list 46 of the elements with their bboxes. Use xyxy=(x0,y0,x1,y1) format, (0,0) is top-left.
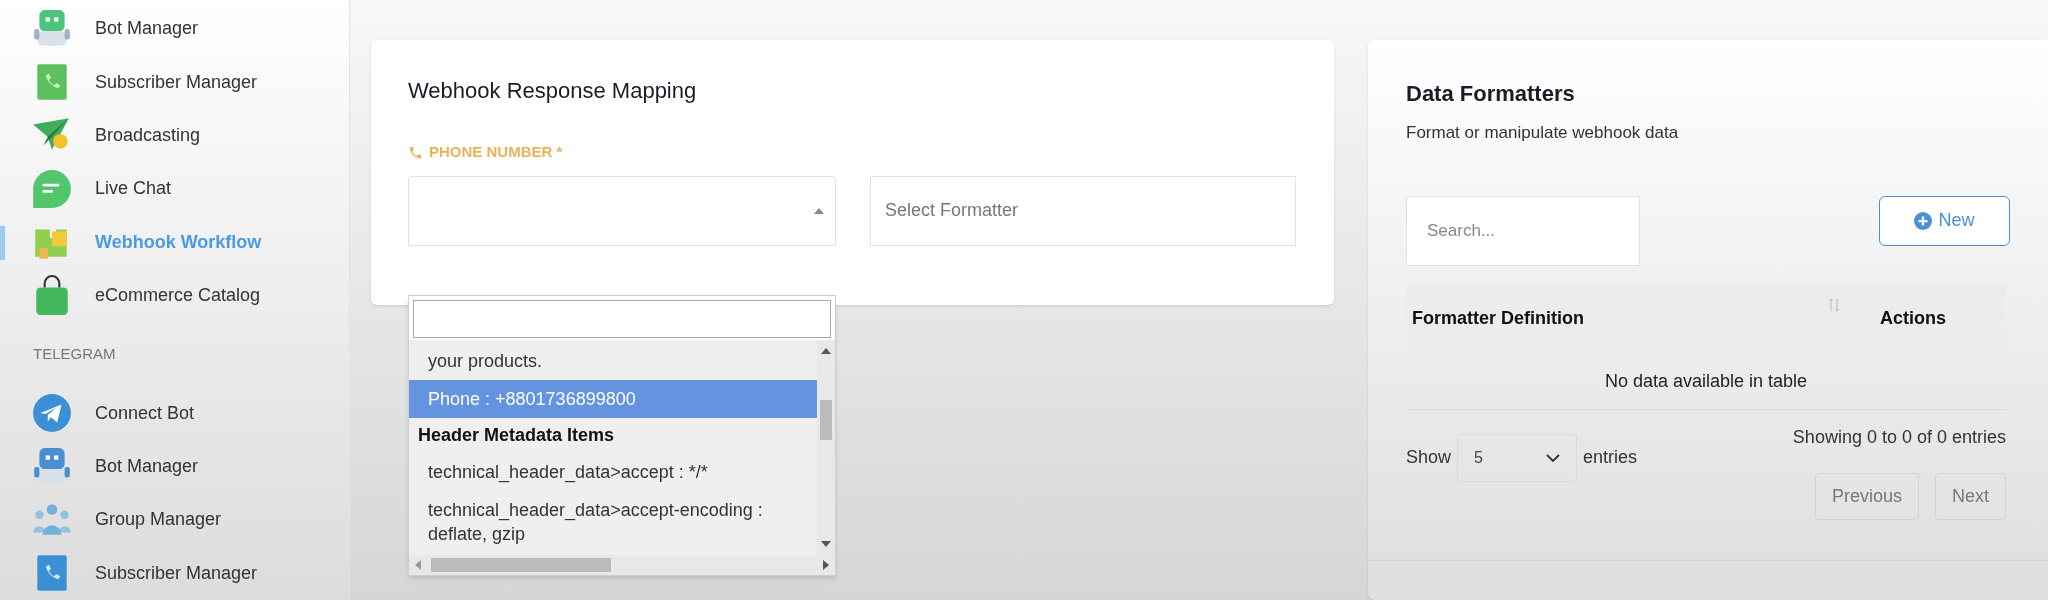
pagination-button[interactable]: Next xyxy=(1935,472,2006,520)
card-title: Webhook Response Mapping xyxy=(408,77,698,105)
sidebar-item[interactable]: eCommerce Catalog xyxy=(95,282,261,310)
horizontal-scrollbar[interactable] xyxy=(409,555,835,575)
dropdown-option[interactable]: technical_header_data>accept : */* xyxy=(409,453,817,491)
sidebar-item[interactable]: Subscriber Manager xyxy=(95,559,258,587)
section-heading: TELEGRAM xyxy=(32,344,117,365)
scrollbar-thumb[interactable] xyxy=(431,558,611,572)
show-label: Show xyxy=(1406,446,1452,469)
sidebar-item[interactable]: Group Manager xyxy=(95,506,222,534)
scroll-down-icon[interactable] xyxy=(821,541,831,547)
column-header[interactable]: Formatter Definition xyxy=(1412,305,1584,332)
scroll-left-icon[interactable] xyxy=(415,560,421,570)
sort-icon[interactable] xyxy=(1828,297,1840,312)
sidebar-item[interactable]: Subscriber Manager xyxy=(95,68,258,96)
pagination-button[interactable]: Previous xyxy=(1814,472,1919,520)
telegram-icon xyxy=(31,392,73,435)
dropdown-option[interactable]: your products. xyxy=(409,342,817,380)
empty-message: No data available in table xyxy=(1406,353,2006,410)
page-size-select[interactable]: 5 xyxy=(1457,433,1578,482)
option-group-heading: Header Metadata Items xyxy=(417,424,616,447)
caret-icon xyxy=(813,206,825,215)
sidebar-item[interactable]: Live Chat xyxy=(95,175,172,203)
scroll-right-icon[interactable] xyxy=(823,560,829,570)
column-header[interactable]: Actions xyxy=(1880,305,1946,332)
search-field[interactable]: Search... xyxy=(1406,195,1640,266)
sidebar-item[interactable]: Bot Manager xyxy=(95,15,199,43)
scroll-up-icon[interactable] xyxy=(821,348,831,354)
formatter-select[interactable]: Select Formatter xyxy=(870,175,1296,246)
dropdown-option[interactable]: technical_header_data>accept-encoding : deflate, gzip xyxy=(409,491,817,553)
sidebar-item[interactable]: Connect Bot xyxy=(95,399,195,427)
card-subtitle: Format or manipulate webhook data xyxy=(1406,122,1680,144)
table-info: Showing 0 to 0 of 0 entries xyxy=(1792,425,2006,449)
select-field[interactable] xyxy=(408,175,836,246)
scrollbar-thumb[interactable] xyxy=(820,400,832,440)
vertical-scrollbar[interactable] xyxy=(817,340,835,555)
phone-icon xyxy=(408,144,423,160)
entries-label: entries xyxy=(1583,446,1638,469)
card-title: Data Formatters xyxy=(1406,80,1576,108)
sidebar-item[interactable]: Bot Manager xyxy=(95,453,199,480)
chevron-down-icon xyxy=(1546,453,1561,462)
sidebar-item[interactable]: Broadcasting xyxy=(95,121,201,149)
dropdown-search-field[interactable] xyxy=(413,300,831,338)
plus-circle-icon xyxy=(1914,211,1933,230)
chat-bubble-icon xyxy=(31,167,73,210)
field-label: PHONE NUMBER * xyxy=(429,142,563,162)
